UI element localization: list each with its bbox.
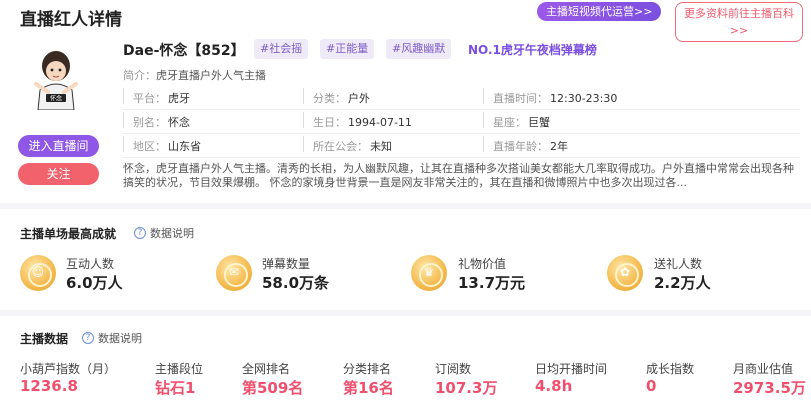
anchor-description: 怀念，虎牙直播户外人气主播。清秀的长相，为人幽默风趣，让其在直播种多次搭讪美女都… [123,162,794,189]
best-section-title: 主播单场最高成就 [20,227,117,241]
field-row: 别名： 怀念 生日： 1994-07-11 星座： 巨蟹 [123,110,800,134]
metric-value: 第16名 [343,379,394,397]
section-divider [0,203,811,209]
field-birthday: 生日： 1994-07-11 [303,111,483,130]
field-platform: 平台： 虎牙 [123,87,303,106]
tag-item[interactable]: #社会摇 [254,39,309,59]
data-help[interactable]: ? 数据说明 [82,330,142,346]
stat-label: 送礼人数 [654,257,703,271]
tag-item[interactable]: #风趣幽默 [386,39,452,59]
field-alias: 别名： 怀念 [123,111,303,130]
stat-value: 2.2万人 [654,274,711,292]
stat-label: 礼物价值 [458,257,507,271]
data-section-title: 主播数据 [20,332,69,346]
metric-label: 日均开播时间 [535,362,608,376]
stat-label: 弹幕数量 [262,257,311,271]
question-icon: ? [134,227,146,239]
metric-label: 月商业估值 [733,362,794,376]
medal-icon: ✉ [216,255,252,291]
metric-label: 成长指数 [646,362,695,376]
stat-value: 6.0万人 [66,274,123,292]
metric-value: 第509名 [242,379,304,397]
page-title: 直播红人详情 [20,10,122,30]
metric-value: 钻石1 [155,379,196,397]
tag-item[interactable]: #正能量 [320,39,375,59]
rank-title: NO.1虎牙午夜档弹幕榜 [468,43,597,57]
enter-live-room-button[interactable]: 进入直播间 [18,135,99,157]
field-region: 地区： 山东省 [123,135,303,154]
metric-label: 全网排名 [242,362,291,376]
stat-value: 58.0万条 [262,274,330,292]
metric-value: 2973.5万 [733,379,806,397]
more-info-button[interactable]: 更多资料前往主播百科>> [675,2,803,42]
metric-label: 分类排名 [343,362,392,376]
field-guild: 所在公会： 未知 [303,135,483,154]
stat-value: 13.7万元 [458,274,526,292]
stat-label: 互动人数 [66,257,115,271]
metric-label: 主播段位 [155,362,204,376]
metric-value: 107.3万 [435,379,498,397]
medal-icon: ♛ [411,255,447,291]
follow-button[interactable]: 关注 [18,163,99,185]
anchor-name: Dae-怀念【852】 [123,43,245,59]
field-live-time: 直播时间： 12:30-23:30 [483,87,663,106]
field-live-age: 直播年龄： 2年 [483,135,663,154]
profile-fields: 平台： 虎牙 分类： 户外 直播时间： 12:30-23:30 别名： 怀念 生日： 19… [123,86,800,158]
metric-label: 小葫芦指数（月） [20,362,117,376]
avatar: 怀念 [22,42,90,110]
field-category: 分类： 户外 [303,87,483,106]
svg-text:怀念: 怀念 [50,95,62,103]
metric-value: 0 [646,377,657,395]
intro-value: 虎牙直播户外人气主播 [156,69,266,82]
agency-service-button[interactable]: 主播短视频代运营>> [537,2,662,21]
metric-value: 1236.8 [20,377,78,395]
section-divider [0,310,811,316]
metric-label: 订阅数 [435,362,472,376]
best-help[interactable]: ? 数据说明 [134,225,194,241]
intro-key: 简介： [123,69,156,82]
metric-value: 4.8h [535,377,573,395]
medal-icon: ☺ [20,255,56,291]
field-row: 平台： 虎牙 分类： 户外 直播时间： 12:30-23:30 [123,86,800,110]
medal-icon: ✿ [607,255,643,291]
question-icon: ? [82,332,94,344]
field-constellation: 星座： 巨蟹 [483,111,663,130]
intro: 简介：虎牙直播户外人气主播 [123,67,266,83]
field-row: 地区： 山东省 所在公会： 未知 直播年龄： 2年 [123,134,800,158]
